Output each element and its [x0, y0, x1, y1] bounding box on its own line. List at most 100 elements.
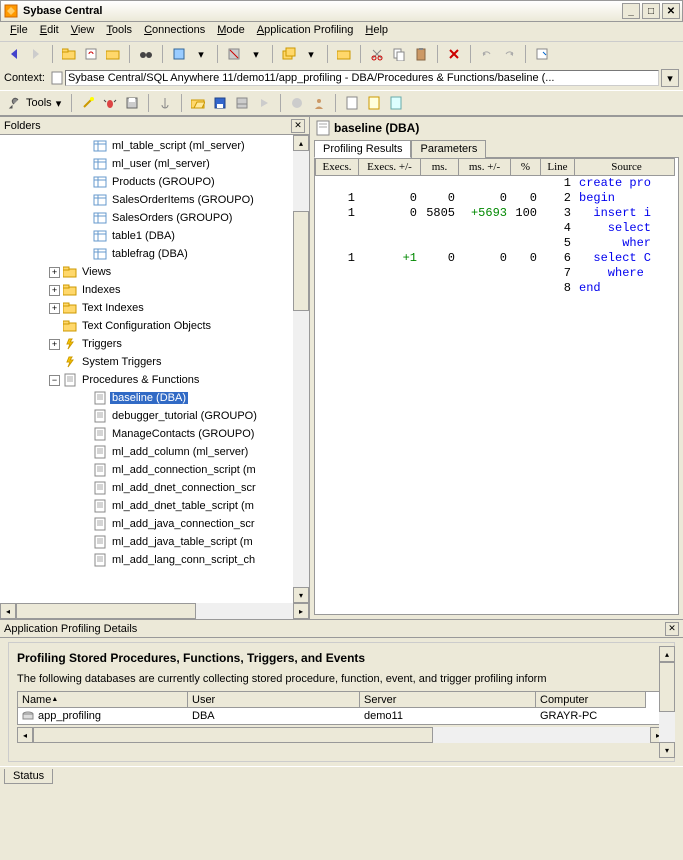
- menu-connections[interactable]: Connections: [138, 22, 211, 41]
- tree-scrollbar-h[interactable]: ◂ ▸: [0, 603, 309, 619]
- doc1-icon[interactable]: [342, 93, 362, 113]
- details-scrollbar-v[interactable]: ▴ ▾: [659, 646, 675, 758]
- tree-item[interactable]: ml_add_java_connection_scr: [0, 515, 309, 533]
- tree-item[interactable]: Products (GROUPO): [0, 173, 309, 191]
- tree-item[interactable]: +Views: [0, 263, 309, 281]
- details-scrollbar-h[interactable]: ◂ ▸: [17, 727, 666, 743]
- tree-item[interactable]: ml_add_column (ml_server): [0, 443, 309, 461]
- back-button[interactable]: [4, 44, 24, 64]
- wizard-icon[interactable]: [78, 93, 98, 113]
- chevron-down-icon[interactable]: ▾: [246, 44, 266, 64]
- properties-icon[interactable]: [532, 44, 552, 64]
- tree-item[interactable]: +Triggers: [0, 335, 309, 353]
- dcol-name[interactable]: Name ▲: [18, 692, 188, 708]
- maximize-button[interactable]: □: [642, 3, 660, 19]
- delete-icon[interactable]: [444, 44, 464, 64]
- profiling-row[interactable]: 4 select: [315, 221, 678, 236]
- col-source[interactable]: Source: [575, 158, 675, 176]
- context-dropdown[interactable]: ▾: [661, 69, 679, 87]
- tree-item[interactable]: ml_add_dnet_connection_scr: [0, 479, 309, 497]
- tree-item[interactable]: ManageContacts (GROUPO): [0, 425, 309, 443]
- tree-item[interactable]: +Indexes: [0, 281, 309, 299]
- menu-file[interactable]: File: [4, 22, 34, 41]
- tree-item[interactable]: debugger_tutorial (GROUPO): [0, 407, 309, 425]
- tab-parameters[interactable]: Parameters: [411, 140, 486, 158]
- details-table-row[interactable]: app_profiling DBA demo11 GRAYR-PC: [18, 708, 665, 724]
- stack-icon[interactable]: [232, 93, 252, 113]
- profiling-row[interactable]: 100002begin: [315, 191, 678, 206]
- tools-dropdown[interactable]: Tools ▾: [4, 94, 65, 112]
- folder2-icon[interactable]: [103, 44, 123, 64]
- col-execs-delta[interactable]: Execs. +/-: [359, 158, 421, 176]
- binoculars-icon[interactable]: [136, 44, 156, 64]
- tree-item[interactable]: ml_add_dnet_table_script (m: [0, 497, 309, 515]
- dcol-server[interactable]: Server: [360, 692, 536, 708]
- profiling-row[interactable]: 1+10006 select C: [315, 251, 678, 266]
- tree-item[interactable]: tablefrag (DBA): [0, 245, 309, 263]
- doc3-icon[interactable]: [386, 93, 406, 113]
- cut-icon[interactable]: [367, 44, 387, 64]
- col-ms[interactable]: ms.: [421, 158, 459, 176]
- menu-app-profiling[interactable]: Application Profiling: [251, 22, 360, 41]
- close-folders-button[interactable]: ✕: [291, 119, 305, 133]
- open-folder-icon[interactable]: [59, 44, 79, 64]
- menu-help[interactable]: Help: [359, 22, 394, 41]
- minimize-button[interactable]: _: [622, 3, 640, 19]
- forward-button[interactable]: [26, 44, 46, 64]
- profiling-row[interactable]: 1create pro: [315, 176, 678, 191]
- col-ms-delta[interactable]: ms. +/-: [459, 158, 511, 176]
- chevron-down-icon[interactable]: ▾: [191, 44, 211, 64]
- tree-item[interactable]: System Triggers: [0, 353, 309, 371]
- chevron-down-icon[interactable]: ▾: [301, 44, 321, 64]
- profiling-row[interactable]: 5 wher: [315, 236, 678, 251]
- person-icon[interactable]: [309, 93, 329, 113]
- tree-item[interactable]: Text Configuration Objects: [0, 317, 309, 335]
- server-icon[interactable]: [169, 44, 189, 64]
- profiling-row[interactable]: 8end: [315, 281, 678, 296]
- tree-item[interactable]: ml_add_connection_script (m: [0, 461, 309, 479]
- refresh-icon[interactable]: [81, 44, 101, 64]
- col-execs[interactable]: Execs.: [315, 158, 359, 176]
- context-input[interactable]: [65, 70, 659, 86]
- tree-item[interactable]: −Procedures & Functions: [0, 371, 309, 389]
- tree-item[interactable]: ml_add_lang_conn_script_ch: [0, 551, 309, 569]
- tree-item[interactable]: ml_add_java_table_script (m: [0, 533, 309, 551]
- menu-view[interactable]: View: [65, 22, 101, 41]
- tree-item[interactable]: baseline (DBA): [0, 389, 309, 407]
- menu-mode[interactable]: Mode: [211, 22, 251, 41]
- status-tab[interactable]: Status: [4, 769, 53, 784]
- close-details-button[interactable]: ✕: [665, 622, 679, 636]
- paste-icon[interactable]: [411, 44, 431, 64]
- tree-item[interactable]: SalesOrderItems (GROUPO): [0, 191, 309, 209]
- undo-icon[interactable]: [477, 44, 497, 64]
- tree-item[interactable]: +Text Indexes: [0, 299, 309, 317]
- profiling-row[interactable]: 7 where: [315, 266, 678, 281]
- tab-profiling-results[interactable]: Profiling Results: [314, 140, 411, 158]
- server-off-icon[interactable]: [224, 44, 244, 64]
- folders-tree[interactable]: ml_table_script (ml_server)ml_user (ml_s…: [0, 135, 309, 603]
- layers-icon[interactable]: [279, 44, 299, 64]
- bug-icon[interactable]: [100, 93, 120, 113]
- play-icon[interactable]: [254, 93, 274, 113]
- run-icon[interactable]: [287, 93, 307, 113]
- copy-icon[interactable]: [389, 44, 409, 64]
- profiling-row[interactable]: 105805+56931003 insert i: [315, 206, 678, 221]
- col-pct[interactable]: %: [511, 158, 541, 176]
- menu-tools[interactable]: Tools: [100, 22, 138, 41]
- tree-scrollbar-v[interactable]: ▴ ▾: [293, 135, 309, 603]
- save-icon[interactable]: [210, 93, 230, 113]
- tree-item[interactable]: ml_table_script (ml_server): [0, 137, 309, 155]
- folder3-icon[interactable]: [334, 44, 354, 64]
- disk-icon[interactable]: [122, 93, 142, 113]
- dcol-user[interactable]: User: [188, 692, 360, 708]
- anchor-icon[interactable]: [155, 93, 175, 113]
- col-line[interactable]: Line: [541, 158, 575, 176]
- tree-item[interactable]: table1 (DBA): [0, 227, 309, 245]
- dcol-computer[interactable]: Computer: [536, 692, 646, 708]
- tree-item[interactable]: ml_user (ml_server): [0, 155, 309, 173]
- menu-edit[interactable]: Edit: [34, 22, 65, 41]
- doc2-icon[interactable]: [364, 93, 384, 113]
- close-button[interactable]: ✕: [662, 3, 680, 19]
- open-icon[interactable]: [188, 93, 208, 113]
- tree-item[interactable]: SalesOrders (GROUPO): [0, 209, 309, 227]
